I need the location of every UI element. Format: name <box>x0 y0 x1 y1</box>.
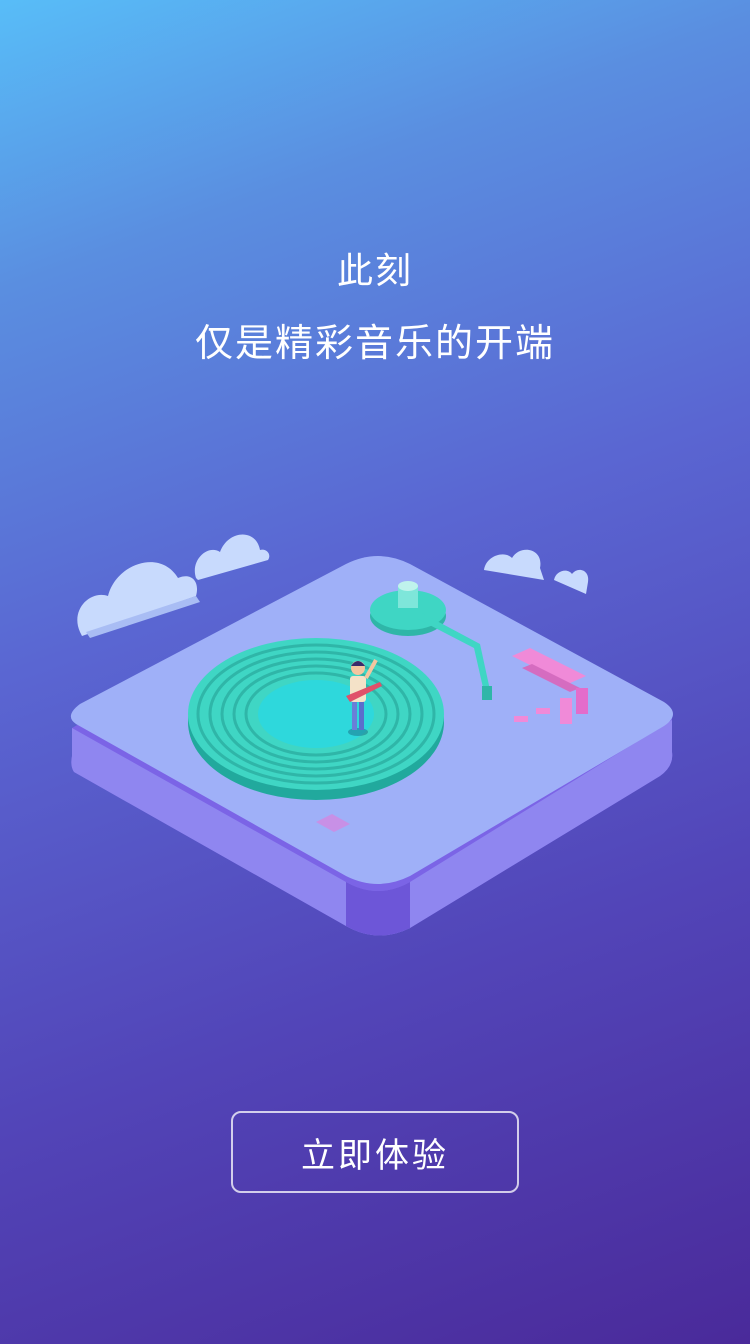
try-now-button[interactable]: 立即体验 <box>231 1111 519 1193</box>
cloud-icon <box>77 562 200 638</box>
cloud-icon <box>194 534 270 580</box>
headline-line-1: 此刻 <box>336 251 413 292</box>
cloud-icon <box>554 569 589 594</box>
turntable-illustration <box>70 534 673 936</box>
headline-line-2: 仅是精彩音乐的开端 <box>194 321 555 365</box>
cloud-icon <box>484 549 544 580</box>
splash-screen: 此刻 仅是精彩音乐的开端 立即体验 <box>0 0 750 1344</box>
vinyl-record <box>188 638 444 800</box>
